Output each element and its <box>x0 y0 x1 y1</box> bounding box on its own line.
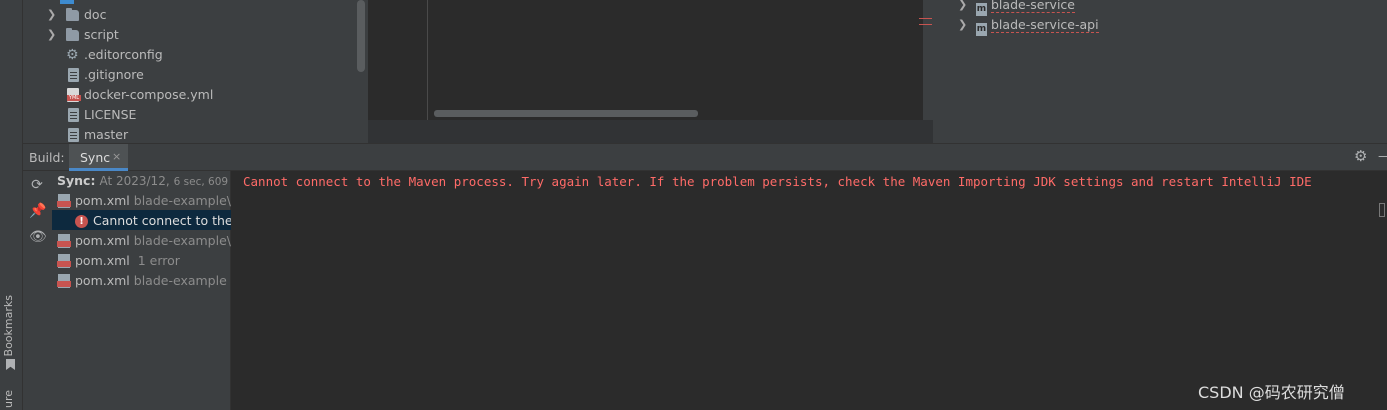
module-icon <box>60 0 74 4</box>
tree-row-pom[interactable]: pom.xml blade-example\bl <box>57 191 231 211</box>
yml-file-icon: YML <box>67 88 81 102</box>
eye-icon[interactable]: 👁 <box>29 229 47 245</box>
project-item-label: master <box>84 127 129 142</box>
git-file-icon <box>68 68 79 82</box>
editor-horizontal-scrollbar[interactable] <box>434 110 698 117</box>
tree-row-label: pom.xml <box>75 233 130 248</box>
text-file-icon <box>68 128 79 142</box>
tree-row-error[interactable]: ! Cannot connect to the M <box>57 211 231 231</box>
project-item-label: .editorconfig <box>84 47 163 62</box>
left-tool-strip: Bookmarks ure <box>0 0 23 410</box>
maven-pom-icon <box>57 254 71 268</box>
tree-row-content: pom.xml blade-example\bl <box>75 231 231 251</box>
close-icon[interactable]: × <box>112 150 121 163</box>
error-stripe-mark[interactable] <box>919 24 932 25</box>
error-icon: ! <box>75 215 88 228</box>
sync-root-label: Sync: <box>57 173 96 188</box>
maven-pom-icon <box>57 234 71 248</box>
tree-row-detail: blade-example\bl <box>133 233 231 248</box>
tree-row-detail: blade-example 1 <box>133 273 231 288</box>
tree-row-label: pom.xml <box>75 193 130 208</box>
maven-module-icon: m <box>976 23 987 36</box>
structure-tool-button[interactable]: ure <box>2 390 15 408</box>
tree-row-label: Cannot connect to the M <box>93 213 231 228</box>
project-item-label: .gitignore <box>84 67 144 82</box>
build-panel-header <box>23 143 1387 171</box>
tree-row-pom[interactable]: pom.xml 1 error <box>57 251 231 271</box>
hide-panel-icon[interactable]: — <box>1378 149 1387 164</box>
maven-item-blade-service[interactable]: ❯ m blade-service <box>958 0 1075 16</box>
error-stripe-mark[interactable] <box>919 18 932 19</box>
maven-pom-icon <box>57 274 71 288</box>
sync-root-row[interactable]: Sync: At 2023/12, 6 sec, 609 ms <box>57 171 247 191</box>
tree-row-label: pom.xml <box>75 253 130 268</box>
tree-row-pom[interactable]: pom.xml blade-example 1 <box>57 271 231 291</box>
tree-row-label: pom.xml <box>75 273 130 288</box>
tree-row-content: pom.xml blade-example\bl <box>75 191 231 211</box>
bookmark-icon <box>6 359 15 370</box>
sync-root-timestamp: At 2023/12, <box>99 174 170 188</box>
chevron-right-icon[interactable]: ❯ <box>47 5 56 25</box>
maven-item-blade-service-api[interactable]: ❯ m blade-service-api <box>958 15 1099 36</box>
text-file-icon <box>68 108 79 122</box>
build-console[interactable] <box>232 171 1373 410</box>
gear-icon: ⚙ <box>66 47 79 63</box>
tree-row-content: pom.xml 1 error <box>75 251 180 271</box>
console-error-message[interactable]: Cannot connect to the Maven process. Try… <box>243 174 1373 189</box>
folder-icon <box>66 8 79 21</box>
bookmarks-tool-button[interactable]: Bookmarks <box>2 295 15 356</box>
chevron-right-icon[interactable]: ❯ <box>958 15 967 35</box>
refresh-icon[interactable]: ⟳ <box>29 177 45 193</box>
editor-bottom-bar <box>368 120 933 143</box>
project-item-label: script <box>84 27 119 42</box>
tree-row-detail: 1 error <box>137 253 180 268</box>
project-tree-scrollbar[interactable] <box>357 0 365 72</box>
watermark: CSDN @码农研究僧 <box>1198 383 1345 402</box>
editor-gutter-divider <box>427 0 428 120</box>
tab-sync-label[interactable]: Sync <box>80 150 110 165</box>
maven-pom-icon <box>57 194 71 208</box>
project-item-label: LICENSE <box>84 107 137 122</box>
pin-icon[interactable]: 📌 <box>29 203 46 219</box>
tree-row-detail: blade-example\bl <box>133 193 231 208</box>
build-panel-title: Build: <box>29 150 65 165</box>
folder-icon <box>66 28 79 41</box>
project-item-label: doc <box>84 7 107 22</box>
chevron-right-icon[interactable]: ❯ <box>47 25 56 45</box>
chevron-right-icon[interactable]: ❯ <box>958 0 967 15</box>
project-item-label: docker-compose.yml <box>84 87 214 102</box>
editor-area[interactable] <box>368 0 933 120</box>
tree-row-pom[interactable]: pom.xml blade-example\bl <box>57 231 231 251</box>
maven-item-label: blade-service <box>991 0 1075 13</box>
console-scroll-marker[interactable] <box>1379 203 1385 217</box>
tree-row-content: pom.xml blade-example 1 <box>75 271 231 291</box>
maven-item-label: blade-service-api <box>991 17 1099 33</box>
gear-icon[interactable]: ⚙ <box>1354 147 1367 165</box>
